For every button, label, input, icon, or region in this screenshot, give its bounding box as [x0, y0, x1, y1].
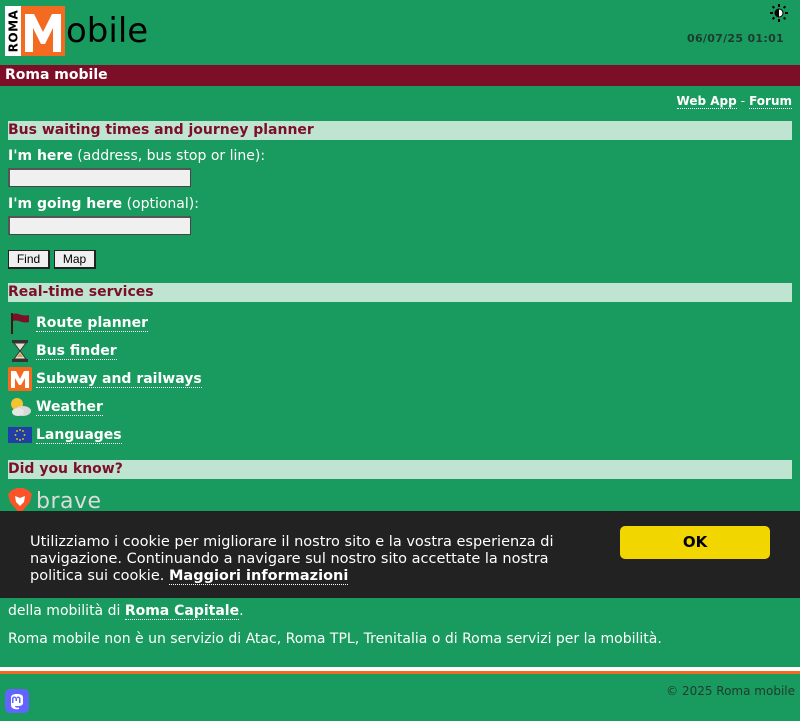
cookie-more-info-link[interactable]: Maggiori informazioni [168, 568, 349, 585]
service-bus-finder[interactable]: Bus finder [8, 339, 117, 363]
site-logo[interactable]: ROMA obile [5, 6, 148, 56]
top-links: Web App - Forum [676, 94, 792, 109]
service-route-planner[interactable]: Route planner [8, 311, 149, 335]
service-link[interactable]: Languages [36, 427, 122, 444]
disclaimer-text: Roma mobile non è un servizio di Atac, R… [8, 631, 662, 647]
service-weather[interactable]: Weather [8, 395, 103, 419]
services-heading: Real-time services [8, 283, 792, 302]
flag-icon [8, 311, 32, 335]
cookie-message: Utilizziamo i cookie per migliorare il n… [30, 534, 554, 585]
logo-roma: ROMA [5, 6, 21, 56]
data-source-text: della mobilità di Roma Capitale. [8, 603, 244, 620]
datetime: 06/07/25 01:01 [686, 32, 784, 45]
to-input[interactable] [8, 216, 191, 235]
logo-text: obile [66, 11, 149, 51]
mastodon-icon[interactable] [5, 689, 29, 713]
service-link[interactable]: Subway and railways [36, 371, 202, 388]
service-link[interactable]: Weather [36, 399, 103, 416]
service-link[interactable]: Bus finder [36, 343, 117, 360]
cookie-banner: Utilizziamo i cookie per migliorare il n… [0, 511, 800, 598]
hourglass-icon [8, 339, 32, 363]
didyouknow-heading: Did you know? [8, 460, 792, 479]
find-button[interactable]: Find [8, 250, 50, 269]
copyright: © 2025 Roma mobile [666, 684, 795, 698]
eu-flag-icon [8, 423, 32, 447]
forum-link[interactable]: Forum [749, 94, 792, 109]
metro-icon [8, 367, 32, 391]
webapp-link[interactable]: Web App [676, 94, 737, 109]
map-button[interactable]: Map [54, 250, 96, 269]
roma-capitale-link[interactable]: Roma Capitale [124, 603, 240, 620]
page-title: Roma mobile [0, 65, 800, 86]
cookie-ok-button[interactable]: OK [620, 526, 770, 559]
weather-icon [8, 395, 32, 419]
from-input[interactable] [8, 168, 191, 187]
theme-toggle-icon[interactable] [770, 4, 788, 22]
logo-m-mark [21, 6, 65, 56]
service-link[interactable]: Route planner [36, 315, 149, 332]
service-subway[interactable]: Subway and railways [8, 367, 202, 391]
planner-heading: Bus waiting times and journey planner [8, 121, 792, 140]
going-label: I'm going here (optional): [8, 196, 199, 212]
link-separator: - [740, 94, 746, 108]
header: ROMA obile 06/07/25 01:01 [0, 0, 800, 64]
service-languages[interactable]: Languages [8, 423, 122, 447]
brave-text: brave [36, 488, 102, 514]
footer-divider-orange [0, 671, 800, 674]
here-label: I'm here (address, bus stop or line): [8, 148, 266, 164]
